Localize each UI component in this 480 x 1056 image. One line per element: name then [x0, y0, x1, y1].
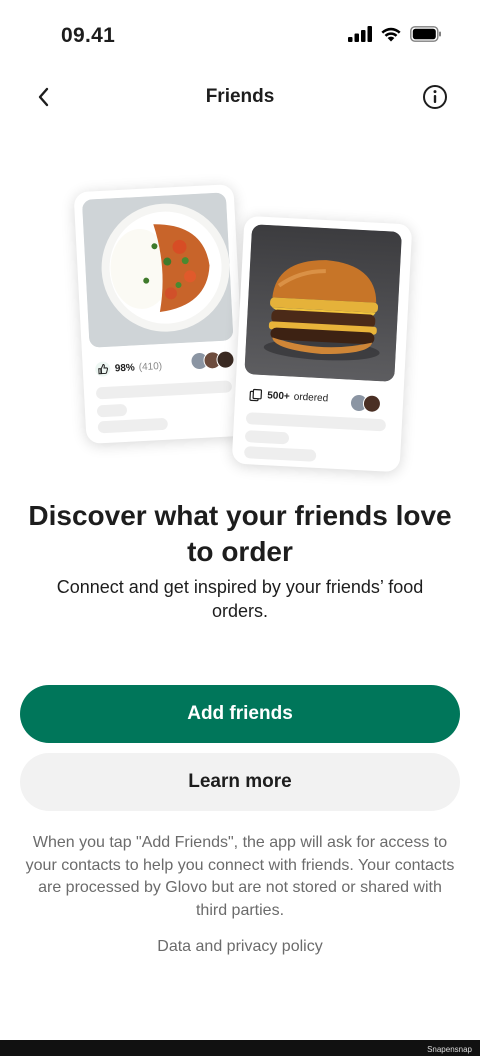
avatar: [216, 350, 235, 370]
thumbs-up-icon: [95, 361, 111, 377]
info-circle-icon: [423, 85, 447, 109]
rating-value: 98%: [114, 361, 136, 374]
friend-avatars: [349, 393, 382, 414]
ordered-count: 500+: [266, 389, 291, 402]
privacy-policy-link[interactable]: Data and privacy policy: [0, 938, 480, 956]
watermark: Snapensnap: [427, 1045, 472, 1054]
status-bar: 09.41: [0, 0, 480, 70]
signal-icon: [348, 26, 372, 42]
skeleton-line: [97, 417, 169, 434]
burger-image: [244, 224, 402, 382]
nav-bar: Friends: [0, 72, 480, 122]
subtext: Connect and get inspired by your friends…: [56, 577, 424, 621]
ordered-label: ordered: [293, 391, 329, 404]
rating-row: 98% (410): [94, 358, 162, 378]
skeleton-line: [245, 412, 387, 432]
bottom-strip: Snapensnap: [0, 1040, 480, 1056]
food-card-curry: 98% (410): [73, 183, 247, 445]
food-card-burger: 500+ ordered: [231, 215, 413, 473]
rating-count: (410): [138, 360, 163, 373]
skeleton-line: [243, 446, 317, 462]
add-friends-button[interactable]: Add friends: [20, 685, 460, 743]
friend-avatars: [190, 350, 235, 371]
skeleton-line: [95, 380, 233, 400]
info-button[interactable]: [420, 82, 450, 112]
friends-illustration: 98% (410) 500+ ordered: [0, 180, 480, 480]
avatar: [362, 394, 382, 414]
wifi-icon: [381, 27, 401, 42]
skeleton-line: [96, 403, 128, 418]
curry-image: [81, 192, 234, 348]
skeleton-line: [244, 430, 290, 445]
learn-more-button[interactable]: Learn more: [20, 753, 460, 811]
status-icons: [348, 26, 442, 42]
status-time: 09.41: [61, 24, 116, 47]
headline: Discover what your friends love to order: [28, 500, 452, 567]
page-title: Friends: [205, 86, 275, 107]
contacts-disclaimer: When you tap "Add Friends", the app will…: [25, 834, 455, 919]
battery-icon: [410, 26, 441, 42]
bag-icon: [249, 388, 263, 402]
ordered-row: 500+ ordered: [247, 386, 329, 406]
